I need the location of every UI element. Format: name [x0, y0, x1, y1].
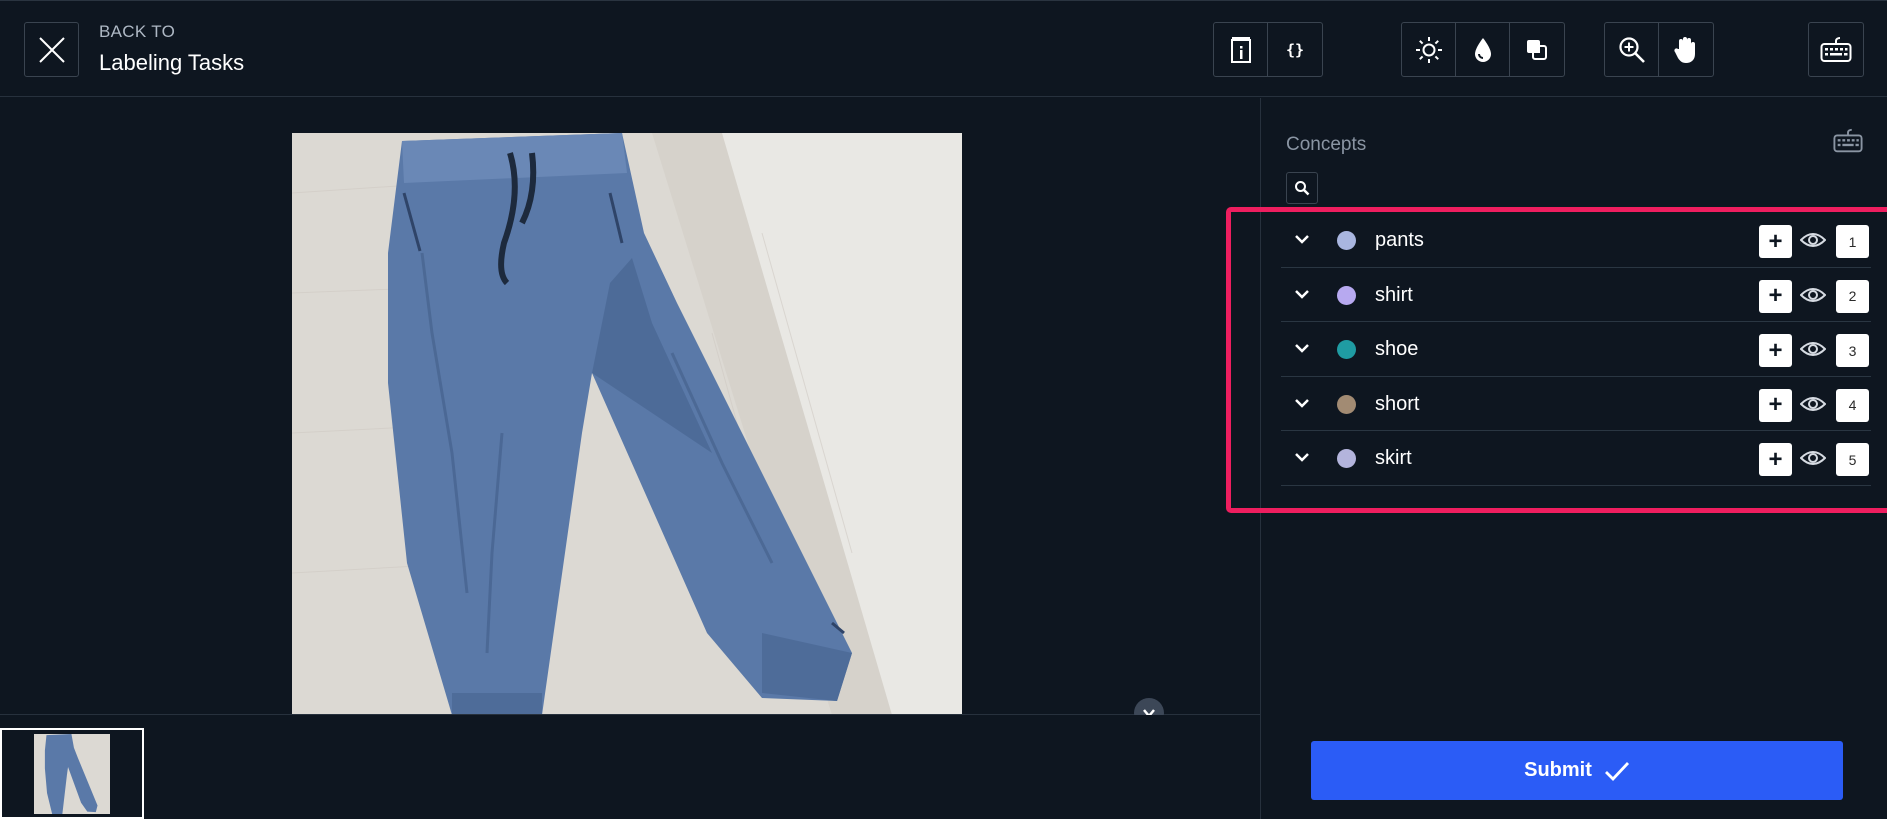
concept-hotkey: 1 — [1836, 225, 1869, 258]
brightness-button[interactable] — [1402, 23, 1456, 76]
back-to-label: BACK TO — [99, 22, 176, 41]
concept-label: shoe — [1375, 338, 1419, 360]
navigation-tools-group — [1604, 22, 1714, 77]
json-view-button[interactable]: {} — [1268, 23, 1322, 76]
add-annotation-button[interactable]: + — [1759, 279, 1792, 313]
add-annotation-button[interactable]: + — [1759, 388, 1792, 422]
close-icon — [38, 36, 65, 63]
overlay-button[interactable] — [1510, 23, 1564, 76]
close-button[interactable] — [24, 22, 79, 77]
zoom-in-icon — [1618, 36, 1645, 63]
concept-hotkey: 5 — [1836, 443, 1869, 476]
concept-label: skirt — [1375, 447, 1412, 469]
chevron-down-icon[interactable] — [1293, 448, 1311, 466]
concept-row-pants[interactable]: pants + 1 — [1281, 213, 1871, 268]
labeling-image[interactable] — [292, 133, 962, 715]
image-thumbnail[interactable] — [0, 728, 144, 819]
keyboard-icon — [1820, 36, 1852, 62]
overlay-icon — [1527, 39, 1547, 60]
thumbnail-image — [34, 733, 110, 814]
svg-text:{}: {} — [1286, 41, 1304, 59]
submit-label: Submit — [1524, 759, 1592, 781]
concept-row-skirt[interactable]: skirt + 5 — [1281, 431, 1871, 486]
saturation-button[interactable] — [1456, 23, 1510, 76]
chevron-down-icon[interactable] — [1293, 339, 1311, 357]
eye-icon[interactable] — [1800, 284, 1826, 306]
concept-color-dot — [1337, 285, 1356, 305]
add-annotation-button[interactable]: + — [1759, 334, 1792, 367]
code-braces-icon: {} — [1286, 41, 1304, 59]
pants-photo — [292, 133, 962, 715]
search-icon — [1295, 181, 1310, 196]
plus-icon: + — [1768, 445, 1783, 473]
add-annotation-button[interactable]: + — [1759, 225, 1792, 258]
image-adjust-group — [1401, 22, 1565, 77]
eye-icon[interactable] — [1800, 229, 1826, 251]
image-canvas-area — [0, 98, 1260, 715]
concept-label: short — [1375, 392, 1420, 415]
concept-list: pants + 1 shirt + 2 shoe + 3 short + 4 s… — [1281, 213, 1871, 486]
plus-icon: + — [1768, 336, 1783, 364]
concept-color-dot — [1337, 340, 1356, 359]
drop-icon — [1474, 37, 1491, 62]
info-icon — [1230, 36, 1251, 63]
thumbnail-pants — [34, 733, 110, 814]
concept-shortcuts-button[interactable] — [1833, 128, 1863, 159]
keyboard-shortcuts-button[interactable] — [1809, 23, 1863, 76]
keyboard-icon — [1833, 128, 1863, 153]
concept-search-button[interactable] — [1286, 172, 1318, 204]
filmstrip — [0, 715, 1260, 819]
shortcuts-group — [1808, 22, 1864, 77]
concept-color-dot — [1337, 231, 1356, 250]
concept-hotkey: 4 — [1836, 388, 1869, 422]
concept-hotkey: 2 — [1836, 279, 1869, 313]
view-tools-group: {} — [1213, 22, 1323, 77]
concept-color-dot — [1337, 449, 1356, 468]
concept-row-shoe[interactable]: shoe + 3 — [1281, 322, 1871, 377]
pan-button[interactable] — [1659, 23, 1713, 76]
back-to-link[interactable]: Labeling Tasks — [99, 50, 244, 76]
plus-icon: + — [1768, 282, 1783, 309]
add-annotation-button[interactable]: + — [1759, 443, 1792, 476]
eye-icon[interactable] — [1800, 447, 1826, 469]
eye-icon[interactable] — [1800, 393, 1826, 415]
brightness-icon — [1415, 36, 1442, 63]
concept-color-dot — [1337, 394, 1356, 414]
concepts-title: Concepts — [1286, 134, 1367, 155]
concept-row-shirt[interactable]: shirt + 2 — [1281, 268, 1871, 322]
concept-label: pants — [1375, 229, 1424, 251]
top-bar: BACK TO Labeling Tasks {} — [0, 0, 1887, 97]
chevron-down-icon[interactable] — [1293, 230, 1311, 248]
concept-hotkey: 3 — [1836, 334, 1869, 367]
plus-icon: + — [1768, 227, 1783, 255]
pan-hand-icon — [1674, 36, 1695, 63]
checkmark-icon — [1604, 761, 1629, 781]
concept-label: shirt — [1375, 283, 1413, 306]
concept-row-short[interactable]: short + 4 — [1281, 377, 1871, 431]
chevron-down-icon[interactable] — [1293, 285, 1311, 303]
info-button[interactable] — [1214, 23, 1268, 76]
chevron-down-icon[interactable] — [1293, 394, 1311, 412]
zoom-in-button[interactable] — [1605, 23, 1659, 76]
plus-icon: + — [1768, 391, 1783, 418]
eye-icon[interactable] — [1800, 338, 1826, 360]
submit-button[interactable]: Submit — [1311, 741, 1843, 800]
